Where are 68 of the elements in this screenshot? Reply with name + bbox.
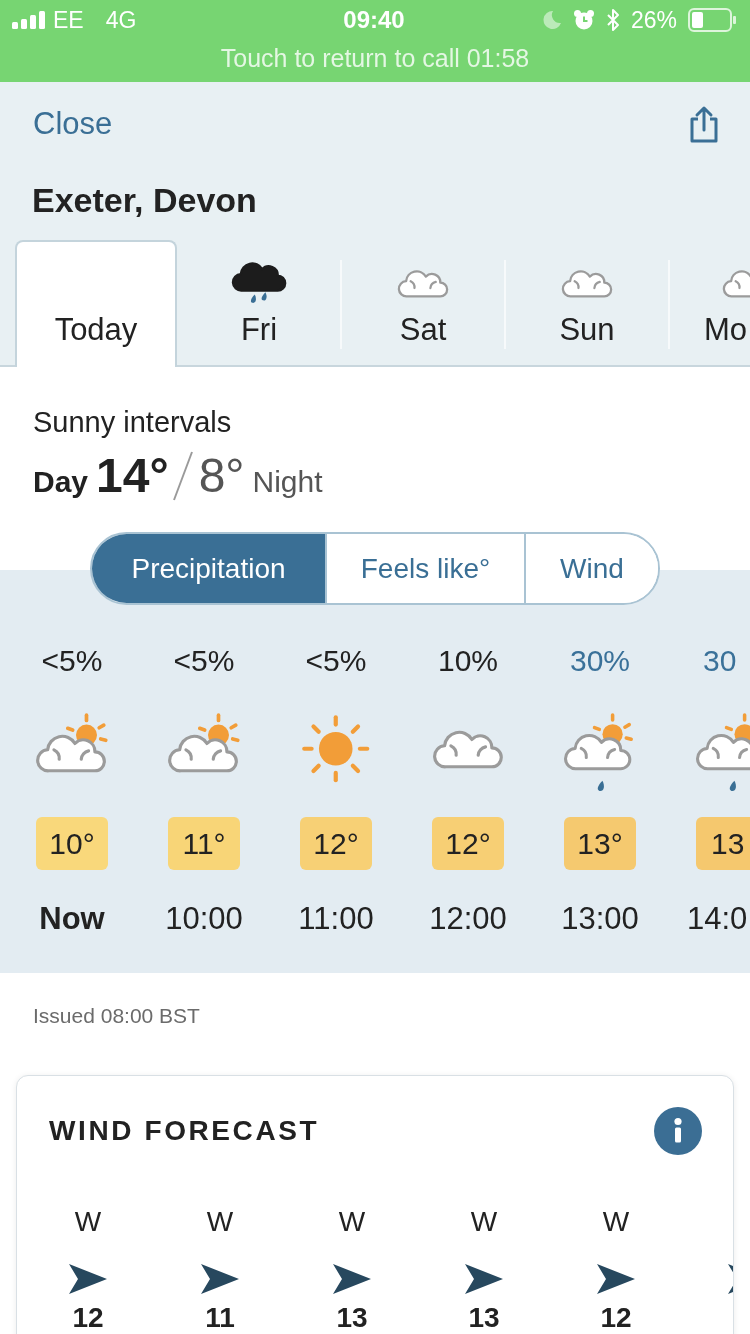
night-label: Night — [252, 465, 323, 499]
close-link[interactable]: Close — [33, 106, 113, 142]
view-segment[interactable]: Precipitation — [92, 534, 325, 603]
precipitation-chance: 30% — [569, 643, 630, 679]
temperature-badge: 11° — [168, 817, 240, 870]
hour-label: 14:0 — [687, 900, 748, 938]
temperature-badge: 13° — [564, 817, 636, 870]
wind-speed: 12 — [600, 1303, 632, 1333]
precipitation-chance: <5% — [173, 643, 235, 679]
carrier-name: EE — [53, 6, 84, 34]
slash-separator — [172, 450, 193, 501]
cloud-icon — [560, 269, 614, 299]
moon-icon — [541, 10, 562, 30]
precipitation-chance: <5% — [41, 643, 103, 679]
hour-label: 13:00 — [561, 900, 639, 938]
temperature-badge: 12° — [432, 817, 504, 870]
issued-time: Issued 08:00 BST — [33, 1004, 200, 1027]
signal-icon — [12, 11, 46, 29]
cloud-icon — [431, 729, 505, 770]
wind-arrow-icon — [333, 1264, 371, 1294]
wind-direction: W — [206, 1205, 234, 1239]
day-tab[interactable]: Mo — [669, 240, 750, 365]
wind-direction: W — [602, 1205, 630, 1239]
wind-arrow-icon — [728, 1264, 733, 1294]
day-tab[interactable]: Sat — [341, 240, 505, 365]
battery-percent: 26% — [630, 6, 677, 34]
battery-icon — [688, 8, 736, 32]
bluetooth-icon — [605, 8, 620, 32]
wind-speed: 13 — [336, 1303, 368, 1333]
wind-arrow-icon — [69, 1264, 107, 1294]
night-temperature: 8° — [198, 448, 245, 503]
sun-cloud-icon — [166, 712, 242, 775]
hour-label: 11:00 — [298, 900, 374, 938]
wind-direction: W — [338, 1205, 366, 1239]
hour-label: 12:00 — [429, 900, 507, 938]
cloud-icon — [396, 269, 450, 299]
temperature-badge: 12° — [300, 817, 372, 870]
card-title: WIND FORECAST — [49, 1115, 320, 1147]
alarm-clock-icon — [572, 9, 595, 31]
temperature-badge: 10° — [36, 817, 108, 870]
day-label: Day — [33, 465, 89, 499]
precipitation-chance: 10% — [437, 643, 498, 679]
view-segment[interactable]: Wind — [524, 534, 658, 603]
wind-arrow-icon — [597, 1264, 635, 1294]
wind-speed: 13 — [468, 1303, 500, 1333]
sun-cloud-icon — [34, 712, 110, 775]
hour-label: 10:00 — [165, 900, 243, 938]
share-icon[interactable] — [688, 105, 720, 143]
wind-arrow-icon — [201, 1264, 239, 1294]
day-tab[interactable]: Sun — [505, 240, 669, 365]
wind-arrow-icon — [465, 1264, 503, 1294]
day-temperature: 14° — [96, 448, 169, 503]
wind-speed: 12 — [72, 1303, 104, 1333]
condition-text: Sunny intervals — [33, 406, 232, 438]
temperature-badge: 13 — [696, 817, 750, 870]
cloud-icon — [722, 269, 750, 299]
wind-speed: 11 — [205, 1303, 235, 1333]
network-type: 4G — [105, 6, 137, 34]
day-tab[interactable]: Fri — [177, 240, 341, 365]
wind-direction: W — [470, 1205, 498, 1239]
clock-time: 09:40 — [343, 6, 405, 34]
precipitation-chance: <5% — [305, 643, 367, 679]
precipitation-chance: 30 — [703, 643, 737, 679]
info-icon[interactable] — [654, 1107, 702, 1155]
hour-label: Now — [39, 900, 105, 938]
wind-direction: W — [74, 1205, 102, 1239]
location-title: Exeter, Devon — [32, 181, 257, 219]
day-tab[interactable]: Today — [15, 240, 177, 367]
